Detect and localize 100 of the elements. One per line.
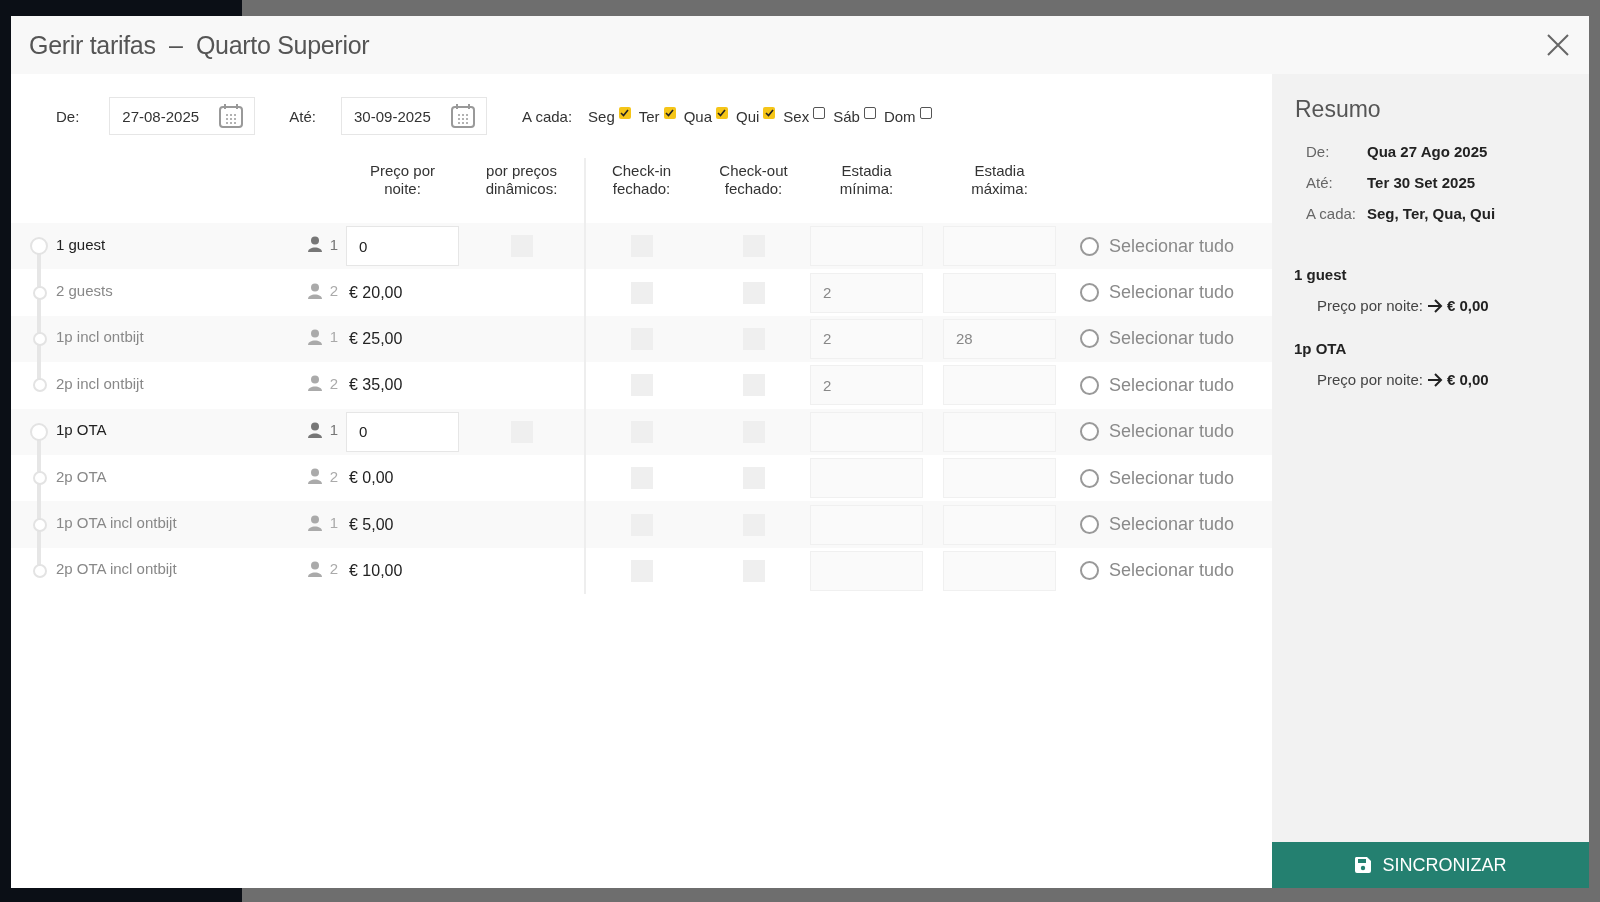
from-label: De: — [56, 107, 80, 125]
day-label: Sex — [783, 107, 810, 125]
radio-icon[interactable] — [1080, 468, 1099, 488]
day-checkbox[interactable] — [863, 107, 876, 119]
tree-node-icon — [30, 422, 48, 441]
calendar-icon[interactable] — [450, 103, 477, 129]
price-text: € 20,00 — [348, 283, 404, 302]
price-input[interactable]: 0 — [346, 226, 459, 267]
day-checkbox[interactable] — [919, 107, 932, 119]
to-label: Até: — [289, 107, 317, 125]
person-icon — [307, 375, 322, 392]
price-text: € 25,00 — [348, 329, 404, 348]
select-all-toggle[interactable]: Selecionar tudo — [1076, 374, 1266, 396]
rate-name: 1p OTA — [56, 421, 107, 439]
select-all-toggle[interactable]: Selecionar tudo — [1076, 560, 1266, 582]
summary-label: Preço por noite: — [1317, 297, 1423, 314]
day-label: Ter — [638, 107, 660, 125]
summary-value: Seg, Ter, Qua, Qui — [1367, 205, 1497, 222]
radio-icon[interactable] — [1080, 561, 1099, 581]
select-all-toggle[interactable]: Selecionar tudo — [1076, 514, 1266, 536]
price-text: € 0,00 — [348, 469, 395, 488]
tree-node-icon — [33, 517, 47, 532]
column-header: por preços dinâmicos: — [484, 161, 559, 198]
tree-node-icon — [33, 378, 47, 393]
guest-count: 1 — [329, 514, 338, 532]
person-icon — [307, 328, 322, 345]
summary-title: Resumo — [1294, 95, 1382, 123]
radio-icon[interactable] — [1080, 422, 1099, 442]
day-checkbox[interactable] — [663, 107, 676, 119]
day-label: Qui — [736, 107, 760, 125]
tree-node-icon — [30, 237, 48, 256]
person-icon — [307, 468, 322, 485]
tree-node-icon — [33, 331, 47, 346]
price-text: € 5,00 — [348, 515, 395, 534]
radio-icon[interactable] — [1080, 329, 1099, 349]
tree-node-icon — [33, 285, 47, 300]
person-icon — [307, 421, 322, 438]
max-stay-field[interactable]: 28 — [943, 318, 1056, 359]
arrow-right-icon — [1426, 372, 1443, 387]
close-button[interactable] — [1545, 32, 1571, 58]
guest-count: 1 — [329, 328, 338, 346]
person-icon — [307, 236, 322, 253]
summary-value: Ter 30 Set 2025 — [1367, 174, 1477, 191]
column-header: Estadia máxima: — [970, 161, 1029, 198]
min-stay-field[interactable]: 2 — [810, 272, 923, 313]
days-label: A cada: — [522, 107, 573, 125]
column-header: Check-out fechado: — [718, 161, 789, 198]
to-date-field[interactable]: 30-09-2025 — [341, 97, 488, 135]
person-icon — [307, 560, 322, 577]
summary-value: Qua 27 Ago 2025 — [1367, 143, 1489, 160]
summary-label: Até: — [1306, 174, 1334, 191]
calendar-icon[interactable] — [218, 103, 245, 129]
guest-count: 2 — [329, 560, 338, 578]
column-header: Estadia mínima: — [838, 161, 895, 198]
column-header: Preço por noite: — [368, 161, 436, 198]
summary-rate-name: 1 guest — [1293, 266, 1348, 283]
day-checkbox[interactable] — [813, 107, 826, 119]
day-label: Dom — [883, 107, 916, 125]
guest-count: 2 — [329, 374, 338, 392]
rate-name: 1 guest — [56, 235, 106, 253]
select-all-toggle[interactable]: Selecionar tudo — [1076, 421, 1266, 443]
day-checkbox[interactable] — [618, 107, 631, 119]
radio-icon[interactable] — [1080, 515, 1099, 535]
person-icon — [307, 282, 322, 299]
rate-name: 1p incl ontbijt — [56, 328, 144, 346]
min-stay-field[interactable]: 2 — [810, 318, 923, 359]
select-all-toggle[interactable]: Selecionar tudo — [1076, 282, 1266, 304]
dialog-title: Gerir tarifas – Quarto Superior — [29, 30, 370, 60]
price-input[interactable]: 0 — [346, 411, 459, 452]
rate-name: 2p OTA — [56, 467, 107, 485]
guest-count: 1 — [329, 235, 338, 253]
price-text: € 10,00 — [348, 561, 404, 580]
from-date-field[interactable]: 27-08-2025 — [109, 97, 256, 135]
tree-node-icon — [33, 563, 47, 578]
day-label: Qua — [683, 107, 712, 125]
min-stay-field[interactable]: 2 — [810, 365, 923, 406]
day-checkbox[interactable] — [763, 107, 776, 119]
rate-name: 2p OTA incl ontbijt — [56, 560, 177, 578]
summary-label: De: — [1306, 143, 1331, 160]
summary-label: A cada: — [1306, 205, 1358, 222]
tree-node-icon — [33, 471, 47, 486]
day-checkbox[interactable] — [716, 107, 728, 119]
arrow-right-icon — [1426, 298, 1443, 313]
save-icon — [1354, 856, 1373, 874]
day-label: Seg — [588, 107, 615, 125]
summary-label: Preço por noite: — [1317, 371, 1423, 388]
radio-icon[interactable] — [1080, 375, 1099, 395]
rate-name: 2p incl ontbijt — [56, 374, 144, 392]
column-header: Check-in fechado: — [610, 161, 673, 198]
rate-name: 2 guests — [56, 282, 113, 300]
sync-button[interactable]: SINCRONIZAR — [1272, 842, 1589, 888]
guest-count: 1 — [329, 421, 338, 439]
day-label: Sáb — [833, 107, 860, 125]
select-all-toggle[interactable]: Selecionar tudo — [1076, 467, 1266, 489]
radio-icon[interactable] — [1080, 236, 1099, 256]
guest-count: 2 — [329, 467, 338, 485]
select-all-toggle[interactable]: Selecionar tudo — [1076, 235, 1266, 257]
radio-icon[interactable] — [1080, 283, 1099, 303]
rate-name: 1p OTA incl ontbijt — [56, 514, 177, 532]
select-all-toggle[interactable]: Selecionar tudo — [1076, 328, 1266, 350]
